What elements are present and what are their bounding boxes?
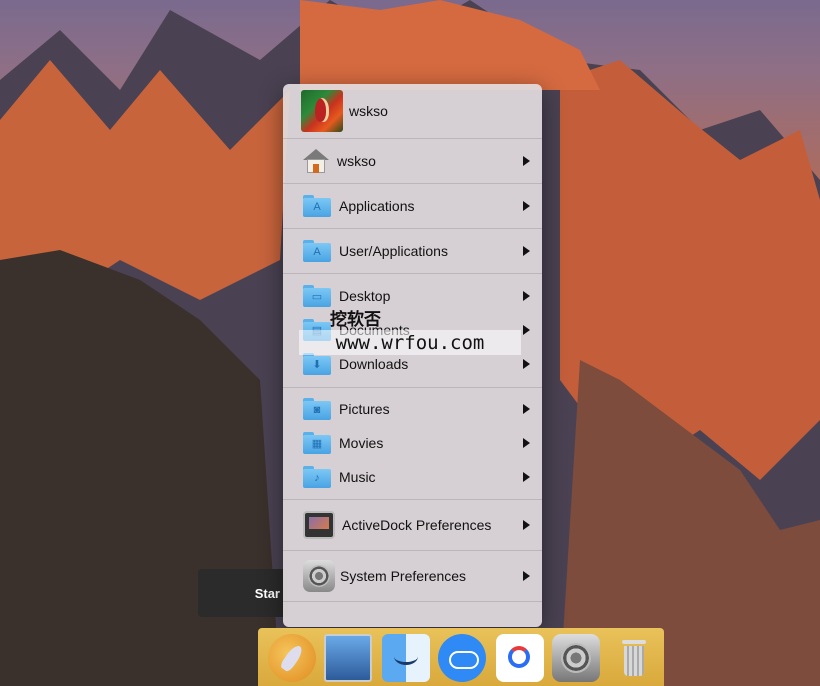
watermark-url: www.wrfou.com	[299, 330, 521, 355]
separator	[283, 273, 542, 274]
separator	[283, 601, 542, 602]
system-preferences-icon	[303, 560, 335, 592]
submenu-arrow-icon	[523, 325, 530, 335]
menu-item-label: Music	[339, 469, 376, 485]
submenu-arrow-icon	[523, 359, 530, 369]
trash-icon[interactable]	[610, 634, 658, 682]
home-icon	[303, 149, 329, 173]
submenu-arrow-icon	[523, 520, 530, 530]
folder-desktop-icon: ▭	[303, 285, 331, 307]
menu-item-user-applications[interactable]: A User/Applications	[283, 229, 542, 273]
menu-item-pictures[interactable]: ◙ Pictures	[283, 392, 542, 426]
activedock-start-menu: wskso wskso A Applications A User/Applic…	[283, 84, 542, 627]
menu-item-label: System Preferences	[340, 568, 467, 584]
separator	[283, 387, 542, 388]
baidu-netdisk-icon[interactable]	[496, 634, 544, 682]
mission-control-icon[interactable]	[324, 634, 372, 682]
user-name: wskso	[349, 103, 388, 119]
user-avatar-icon	[301, 90, 343, 132]
menu-item-movies[interactable]: ▦ Movies	[283, 426, 542, 460]
menu-item-label: Movies	[339, 435, 384, 451]
menu-item-label: Pictures	[339, 401, 390, 417]
background-start-button[interactable]: Star	[198, 569, 288, 617]
menu-item-label: Applications	[339, 198, 415, 214]
dock	[258, 628, 664, 686]
menu-item-applications[interactable]: A Applications	[283, 184, 542, 228]
submenu-arrow-icon	[523, 201, 530, 211]
menu-item-home[interactable]: wskso	[283, 139, 542, 183]
menu-item-label: wskso	[337, 153, 376, 169]
submenu-arrow-icon	[523, 438, 530, 448]
monitor-icon	[303, 511, 335, 539]
menu-item-system-preferences[interactable]: System Preferences	[283, 551, 542, 601]
menu-item-label: Downloads	[339, 356, 409, 372]
submenu-arrow-icon	[523, 246, 530, 256]
submenu-arrow-icon	[523, 291, 530, 301]
folder-downloads-icon: ⬇	[303, 353, 331, 375]
start-button-label: Star	[254, 585, 280, 601]
menu-item-music[interactable]: ♪ Music	[283, 460, 542, 494]
icloud-icon[interactable]	[438, 634, 486, 682]
finder-icon[interactable]	[382, 634, 430, 682]
menu-item-label: Desktop	[339, 288, 391, 304]
system-preferences-icon[interactable]	[552, 634, 600, 682]
folder-applications-icon: A	[303, 240, 331, 262]
menu-item-label: ActiveDock Preferences	[342, 517, 492, 533]
folder-applications-icon: A	[303, 195, 331, 217]
launchpad-icon[interactable]	[268, 634, 316, 682]
menu-item-label: User/Applications	[339, 243, 448, 259]
menu-item-activedock-preferences[interactable]: ActiveDock Preferences	[283, 500, 542, 550]
submenu-arrow-icon	[523, 571, 530, 581]
menu-item-desktop[interactable]: ▭ Desktop	[283, 279, 542, 313]
folder-movies-icon: ▦	[303, 432, 331, 454]
submenu-arrow-icon	[523, 404, 530, 414]
watermark-chinese: 挖软否	[330, 310, 381, 330]
submenu-arrow-icon	[523, 156, 530, 166]
folder-pictures-icon: ◙	[303, 398, 331, 420]
user-header[interactable]: wskso	[283, 84, 542, 138]
submenu-arrow-icon	[523, 472, 530, 482]
folder-music-icon: ♪	[303, 466, 331, 488]
